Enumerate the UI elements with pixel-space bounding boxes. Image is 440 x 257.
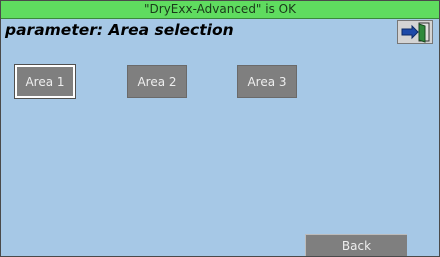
area-2-button[interactable]: Area 2 [127, 65, 187, 98]
hmi-screen: "DryExx-Advanced" is OK parameter: Area … [0, 0, 440, 257]
area-1-button[interactable]: Area 1 [15, 65, 75, 98]
exit-door-icon [401, 22, 430, 43]
exit-button[interactable] [397, 20, 433, 44]
area-2-label: Area 2 [137, 74, 177, 89]
back-button[interactable]: Back [305, 234, 407, 256]
status-bar: "DryExx-Advanced" is OK [1, 1, 439, 19]
area-3-button[interactable]: Area 3 [237, 65, 297, 98]
status-text: "DryExx-Advanced" is OK [144, 2, 296, 16]
area-3-label: Area 3 [247, 74, 287, 89]
page-title: parameter: Area selection [5, 21, 234, 39]
back-label: Back [341, 238, 372, 253]
area-1-label: Area 1 [25, 74, 65, 89]
title-row: parameter: Area selection [5, 20, 234, 40]
